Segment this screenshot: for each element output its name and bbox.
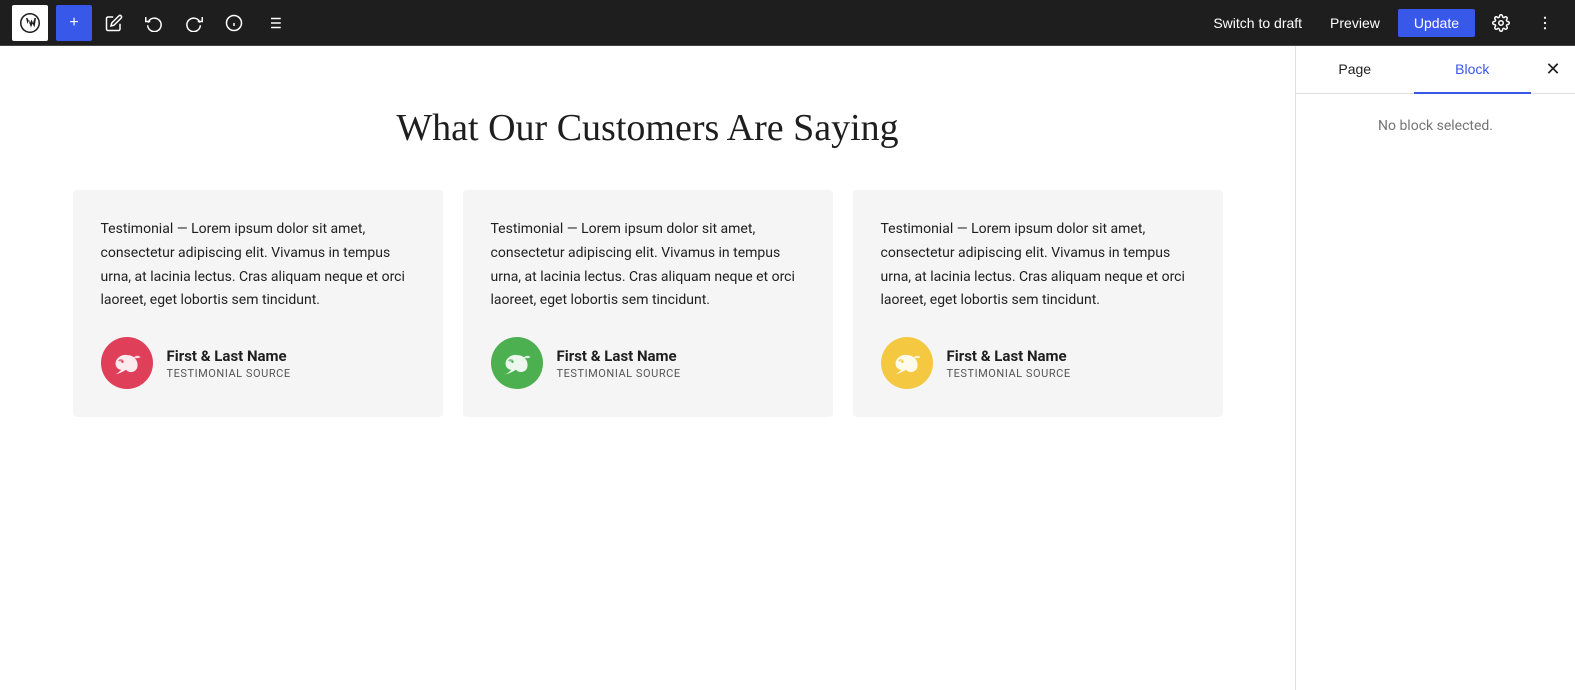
sidebar-content: No block selected. <box>1296 94 1575 690</box>
edit-button[interactable] <box>96 5 132 41</box>
close-sidebar-button[interactable]: ✕ <box>1535 52 1571 88</box>
testimonial-card[interactable]: Testimonial — Lorem ipsum dolor sit amet… <box>463 190 833 417</box>
testimonials-grid: Testimonial — Lorem ipsum dolor sit amet… <box>73 190 1223 417</box>
author-source: TESTIMONIAL SOURCE <box>557 367 681 380</box>
testimonial-text: Testimonial — Lorem ipsum dolor sit amet… <box>881 218 1195 313</box>
page-content: What Our Customers Are Saying Testimonia… <box>73 106 1223 417</box>
editor-area: What Our Customers Are Saying Testimonia… <box>0 46 1295 690</box>
testimonial-text: Testimonial — Lorem ipsum dolor sit amet… <box>101 218 415 313</box>
author-info: First & Last Name TESTIMONIAL SOURCE <box>167 347 291 380</box>
author-avatar <box>101 337 153 389</box>
add-block-button[interactable]: + <box>56 5 92 41</box>
switch-to-draft-button[interactable]: Switch to draft <box>1203 9 1312 37</box>
no-block-selected-text: No block selected. <box>1378 118 1493 134</box>
author-avatar <box>491 337 543 389</box>
undo-button[interactable] <box>136 5 172 41</box>
list-view-button[interactable] <box>256 5 292 41</box>
redo-button[interactable] <box>176 5 212 41</box>
author-name: First & Last Name <box>557 347 681 365</box>
section-title: What Our Customers Are Saying <box>73 106 1223 150</box>
testimonial-author: First & Last Name TESTIMONIAL SOURCE <box>881 337 1195 389</box>
settings-button[interactable] <box>1483 5 1519 41</box>
update-button[interactable]: Update <box>1398 9 1475 37</box>
testimonial-card[interactable]: Testimonial — Lorem ipsum dolor sit amet… <box>73 190 443 417</box>
sidebar-tabs: Page Block ✕ <box>1296 46 1575 94</box>
wp-logo <box>12 5 48 41</box>
block-tab[interactable]: Block <box>1414 46 1532 94</box>
main-layout: What Our Customers Are Saying Testimonia… <box>0 46 1575 690</box>
preview-button[interactable]: Preview <box>1320 9 1390 37</box>
testimonial-text: Testimonial — Lorem ipsum dolor sit amet… <box>491 218 805 313</box>
testimonial-card[interactable]: Testimonial — Lorem ipsum dolor sit amet… <box>853 190 1223 417</box>
more-options-button[interactable] <box>1527 5 1563 41</box>
testimonial-author: First & Last Name TESTIMONIAL SOURCE <box>491 337 805 389</box>
author-info: First & Last Name TESTIMONIAL SOURCE <box>557 347 681 380</box>
author-avatar <box>881 337 933 389</box>
author-info: First & Last Name TESTIMONIAL SOURCE <box>947 347 1071 380</box>
author-source: TESTIMONIAL SOURCE <box>947 367 1071 380</box>
topbar: + Switch to draft Preview Update <box>0 0 1575 46</box>
author-source: TESTIMONIAL SOURCE <box>167 367 291 380</box>
author-name: First & Last Name <box>947 347 1071 365</box>
testimonial-author: First & Last Name TESTIMONIAL SOURCE <box>101 337 415 389</box>
author-name: First & Last Name <box>167 347 291 365</box>
sidebar: Page Block ✕ No block selected. <box>1295 46 1575 690</box>
info-button[interactable] <box>216 5 252 41</box>
page-tab[interactable]: Page <box>1296 46 1414 94</box>
